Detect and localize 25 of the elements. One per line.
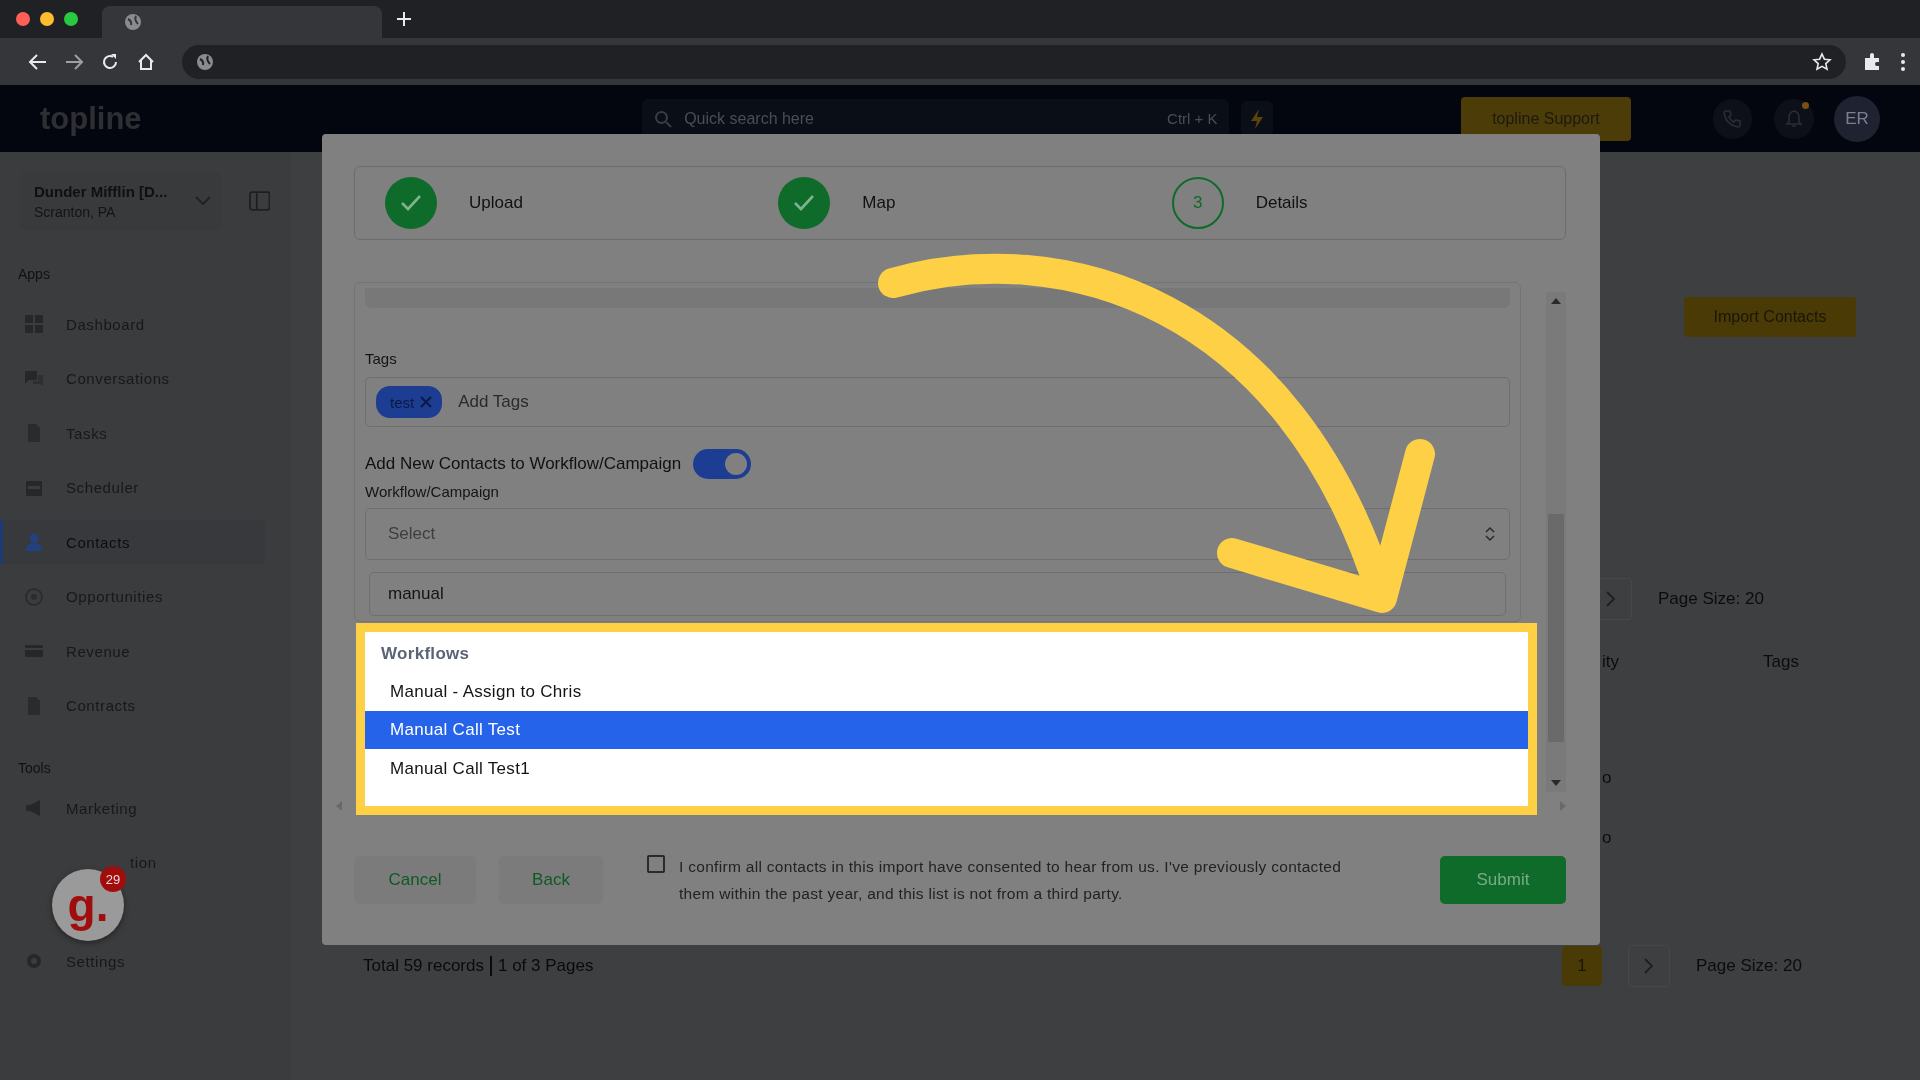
step-label: Upload [469, 193, 523, 213]
dropdown-option[interactable]: Manual Call Test1 [365, 749, 1528, 788]
search-input[interactable]: manual [386, 583, 1490, 605]
tag-chip[interactable]: test [376, 386, 443, 418]
workflow-select[interactable]: Select [365, 508, 1511, 560]
dropdown-search-field[interactable]: manual [369, 572, 1507, 616]
submit-button[interactable]: Submit [1440, 856, 1566, 904]
step-label: Map [862, 193, 896, 213]
user-avatar[interactable]: ER [1834, 95, 1880, 142]
shortcut-hint: Ctrl + K [1167, 110, 1218, 127]
tag-input[interactable]: Add Tags [456, 391, 1500, 413]
search-input[interactable]: Quick search here [682, 108, 1158, 129]
dropdown-option[interactable]: Manual Call Test [365, 711, 1528, 749]
consent-text: I confirm all contacts in this import have consented to hear from us. I've previously contacted them within the past year, and this list is not from a third party. [679, 857, 1343, 904]
option-group-heading: Workflows [380, 643, 471, 665]
toggle-label: Add New Contacts to Workflow/Campaign [365, 454, 682, 474]
select-input[interactable]: Select [386, 523, 1486, 545]
dropdown-option[interactable]: Manual - Assign to Chris [365, 672, 1528, 711]
step-label: Details [1255, 193, 1308, 213]
field-label: Tags [365, 350, 398, 367]
tags-field[interactable]: test Add Tags [365, 377, 1511, 427]
cancel-button[interactable]: Cancel [354, 856, 476, 904]
back-button[interactable]: Back [499, 856, 603, 904]
step-indicator: 3 [1171, 177, 1224, 229]
field-label: Workflow/Campaign [365, 483, 500, 500]
